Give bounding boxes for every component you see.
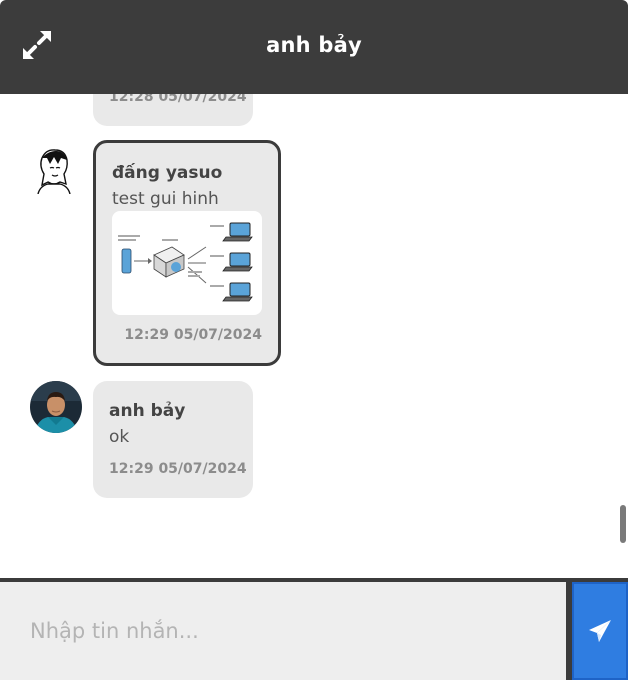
message-text: test gui hinh	[112, 189, 219, 209]
message-time: 12:29 05/07/2024	[124, 327, 262, 343]
avatar[interactable]	[30, 381, 82, 433]
message-sender: anh bảy	[109, 401, 186, 421]
message-bubble: đấng yasuo test gui hinh 12:29 05/07/202…	[93, 140, 281, 366]
message-list[interactable]: 12:28 05/07/2024 đấng yasuo test gui hin…	[0, 94, 628, 578]
paper-plane-icon	[589, 620, 611, 642]
message-input[interactable]	[0, 582, 566, 680]
message-bubble: 12:28 05/07/2024	[93, 94, 253, 126]
chat-header: anh bảy	[0, 0, 628, 94]
message-text: ok	[109, 427, 130, 447]
scrollbar[interactable]	[620, 505, 626, 543]
message-time: 12:28 05/07/2024	[109, 94, 247, 105]
chat-title: anh bảy	[266, 33, 362, 57]
send-button[interactable]	[572, 582, 628, 680]
avatar[interactable]	[34, 148, 74, 195]
network-diagram-image[interactable]	[112, 211, 262, 315]
message-sender: đấng yasuo	[112, 163, 223, 183]
message-bubble: anh bảy ok 12:29 05/07/2024	[93, 381, 253, 498]
message-time: 12:29 05/07/2024	[109, 461, 247, 477]
composer-bar	[0, 578, 628, 680]
